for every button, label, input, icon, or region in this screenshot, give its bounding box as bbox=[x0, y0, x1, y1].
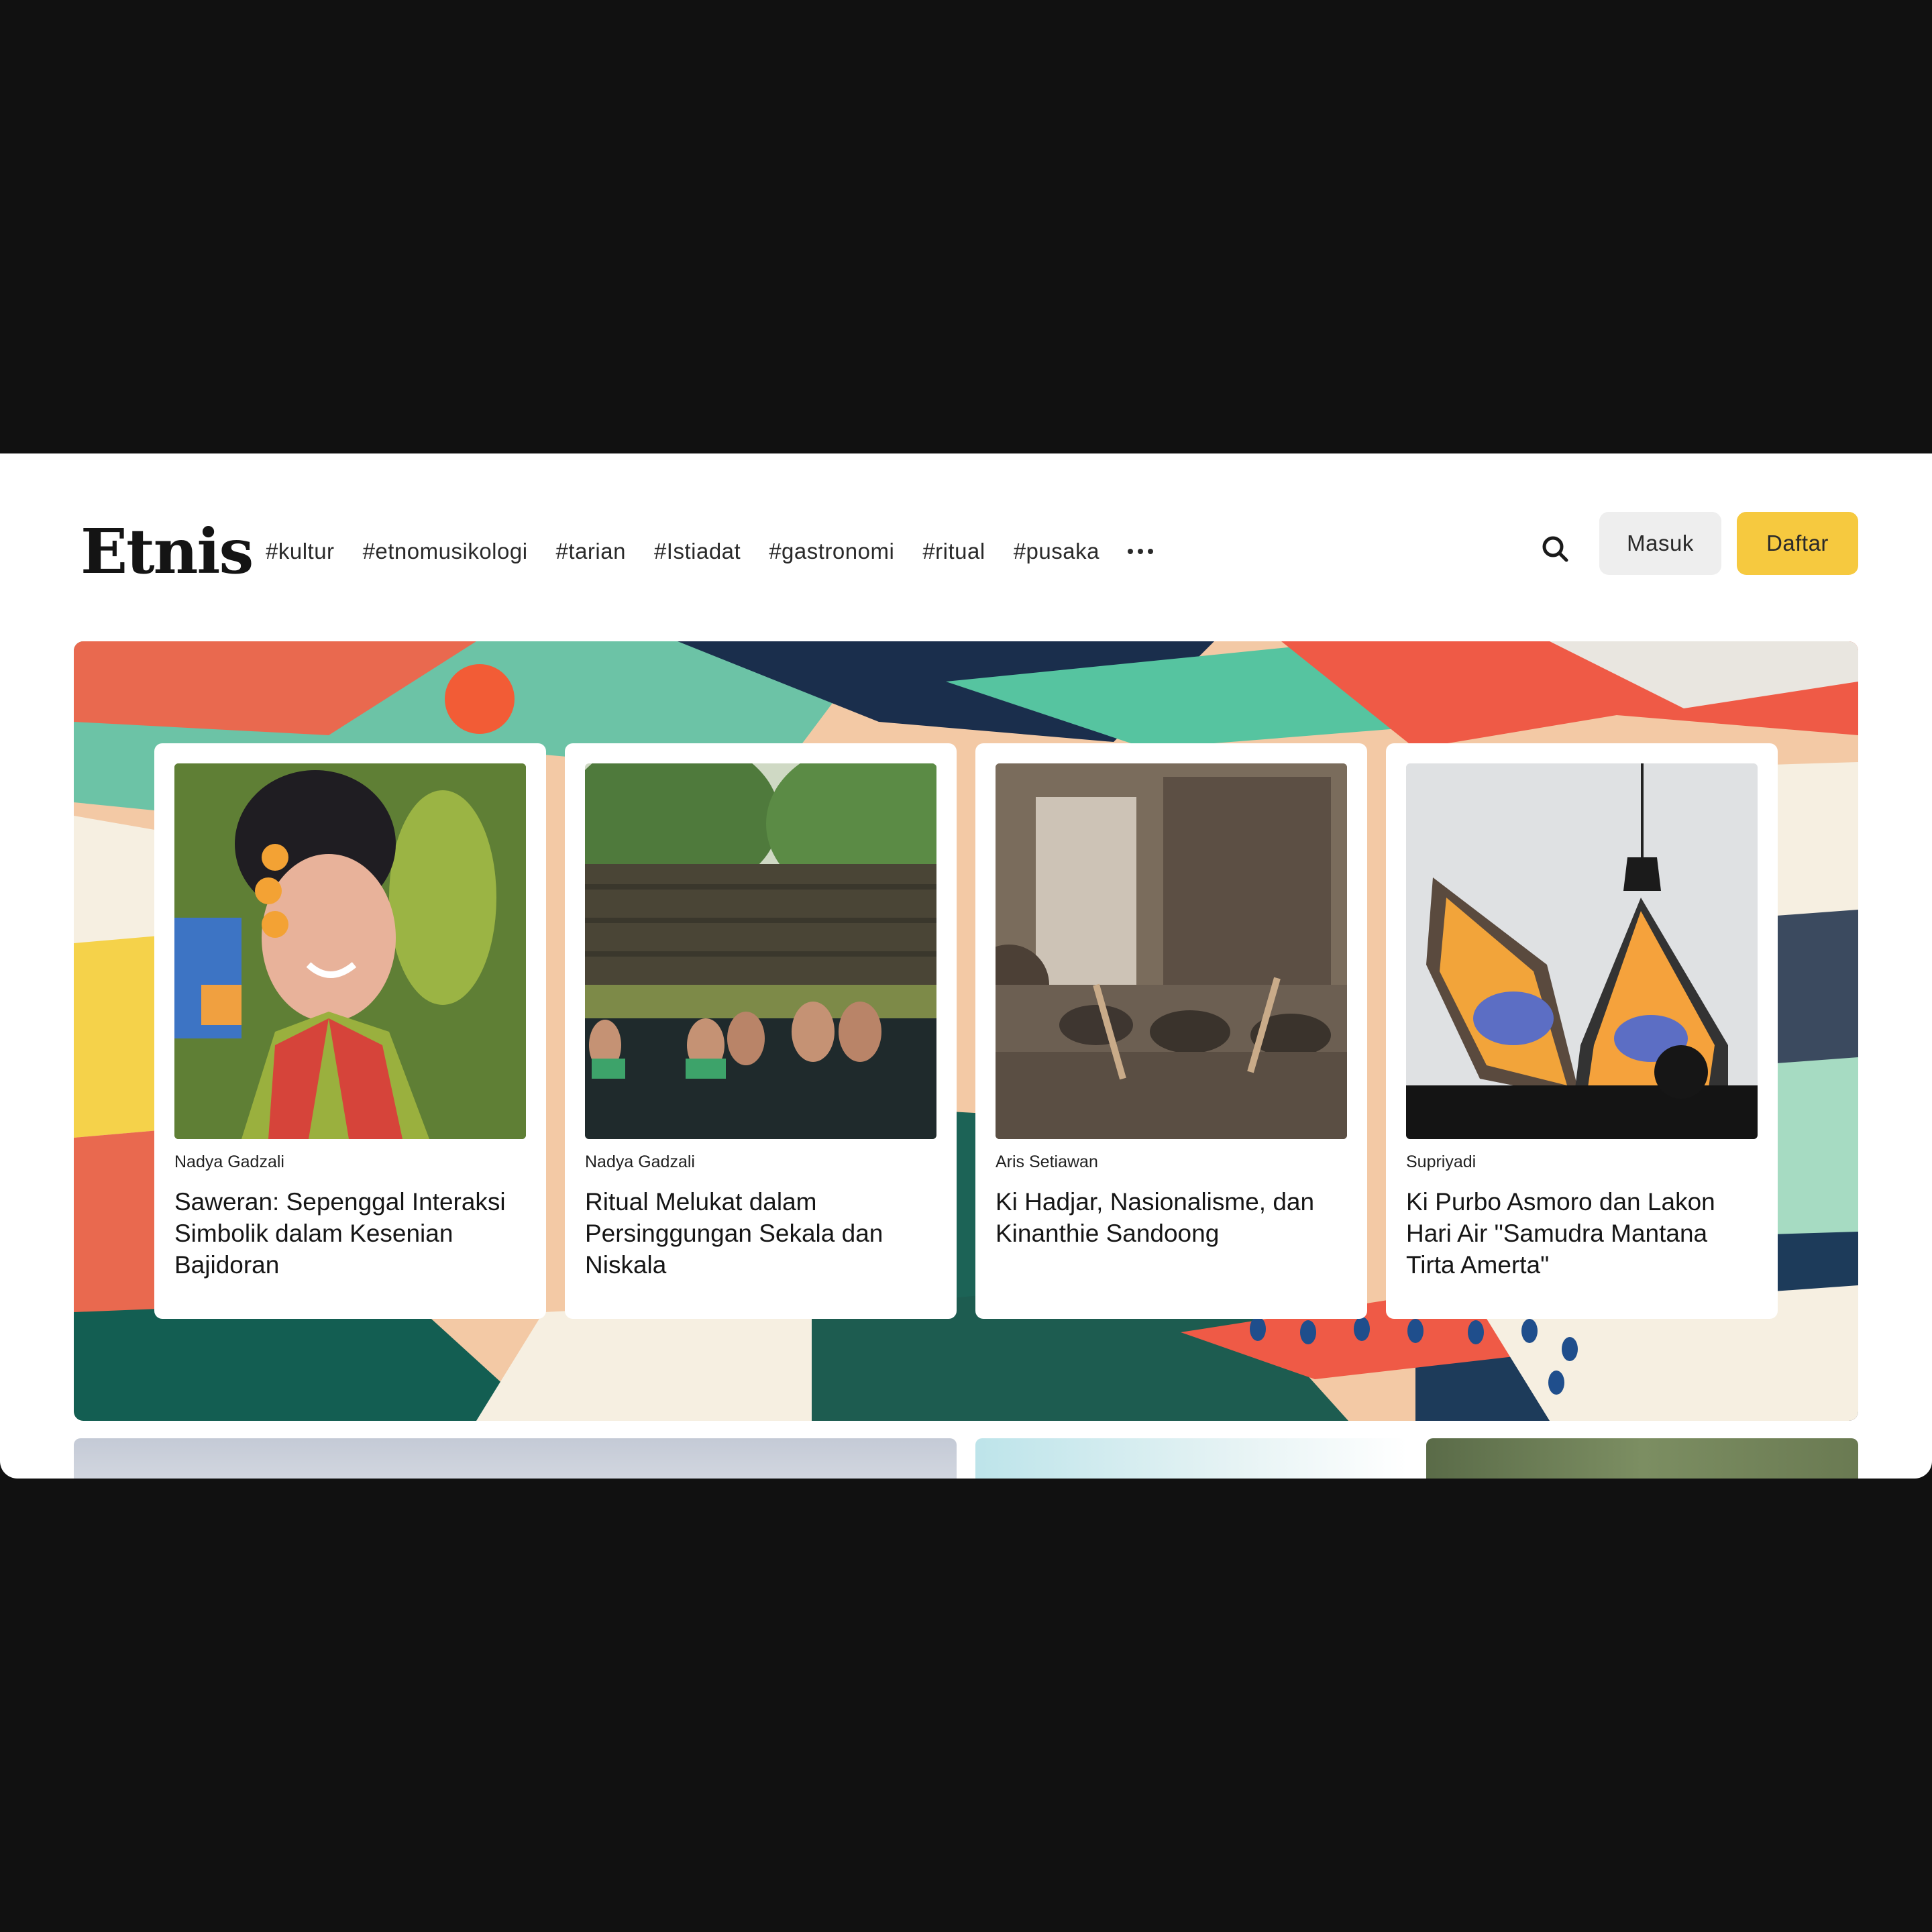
register-button[interactable]: Daftar bbox=[1737, 512, 1858, 575]
nav-item-etnomusikologi[interactable]: #etnomusikologi bbox=[363, 539, 528, 564]
article-author[interactable]: Nadya Gadzali bbox=[585, 1152, 695, 1172]
nav-item-istiadat[interactable]: #Istiadat bbox=[654, 539, 741, 564]
article-image bbox=[585, 763, 936, 1139]
article-author[interactable]: Nadya Gadzali bbox=[174, 1152, 284, 1172]
article-title[interactable]: Saweran: Sepenggal Interaksi Simbolik da… bbox=[174, 1186, 523, 1281]
nav-item-ritual[interactable]: #ritual bbox=[922, 539, 985, 564]
article-title[interactable]: Ritual Melukat dalam Persinggungan Sekal… bbox=[585, 1186, 934, 1281]
article-card[interactable]: Aris Setiawan Ki Hadjar, Nasionalisme, d… bbox=[975, 743, 1367, 1319]
nav-item-gastronomi[interactable]: #gastronomi bbox=[769, 539, 894, 564]
ellipsis-icon[interactable] bbox=[1127, 549, 1153, 554]
featured-hero: Nadya Gadzali Saweran: Sepenggal Interak… bbox=[74, 641, 1858, 1421]
article-author[interactable]: Aris Setiawan bbox=[996, 1152, 1098, 1172]
article-author[interactable]: Supriyadi bbox=[1406, 1152, 1476, 1172]
search-icon[interactable] bbox=[1540, 534, 1570, 564]
article-image bbox=[1406, 763, 1758, 1139]
article-image bbox=[996, 763, 1347, 1139]
login-button[interactable]: Masuk bbox=[1599, 512, 1721, 575]
article-image-preview[interactable] bbox=[975, 1438, 1407, 1479]
article-card[interactable]: Nadya Gadzali Saweran: Sepenggal Interak… bbox=[154, 743, 546, 1319]
nav-item-pusaka[interactable]: #pusaka bbox=[1014, 539, 1099, 564]
topic-nav: #kultur #etnomusikologi #tarian #Istiada… bbox=[266, 531, 1153, 572]
logo[interactable]: Etnis bbox=[80, 518, 254, 585]
article-image-preview[interactable] bbox=[1426, 1438, 1858, 1479]
article-card[interactable]: Supriyadi Ki Purbo Asmoro dan Lakon Hari… bbox=[1386, 743, 1778, 1319]
web-page: Etnis #kultur #etnomusikologi #tarian #I… bbox=[0, 453, 1932, 1479]
article-title[interactable]: Ki Purbo Asmoro dan Lakon Hari Air "Samu… bbox=[1406, 1186, 1755, 1281]
article-card[interactable]: Nadya Gadzali Ritual Melukat dalam Persi… bbox=[565, 743, 957, 1319]
article-image bbox=[174, 763, 526, 1139]
article-image-preview[interactable] bbox=[74, 1438, 957, 1479]
nav-item-tarian[interactable]: #tarian bbox=[556, 539, 626, 564]
article-title[interactable]: Ki Hadjar, Nasionalisme, dan Kinanthie S… bbox=[996, 1186, 1344, 1249]
nav-item-kultur[interactable]: #kultur bbox=[266, 539, 335, 564]
